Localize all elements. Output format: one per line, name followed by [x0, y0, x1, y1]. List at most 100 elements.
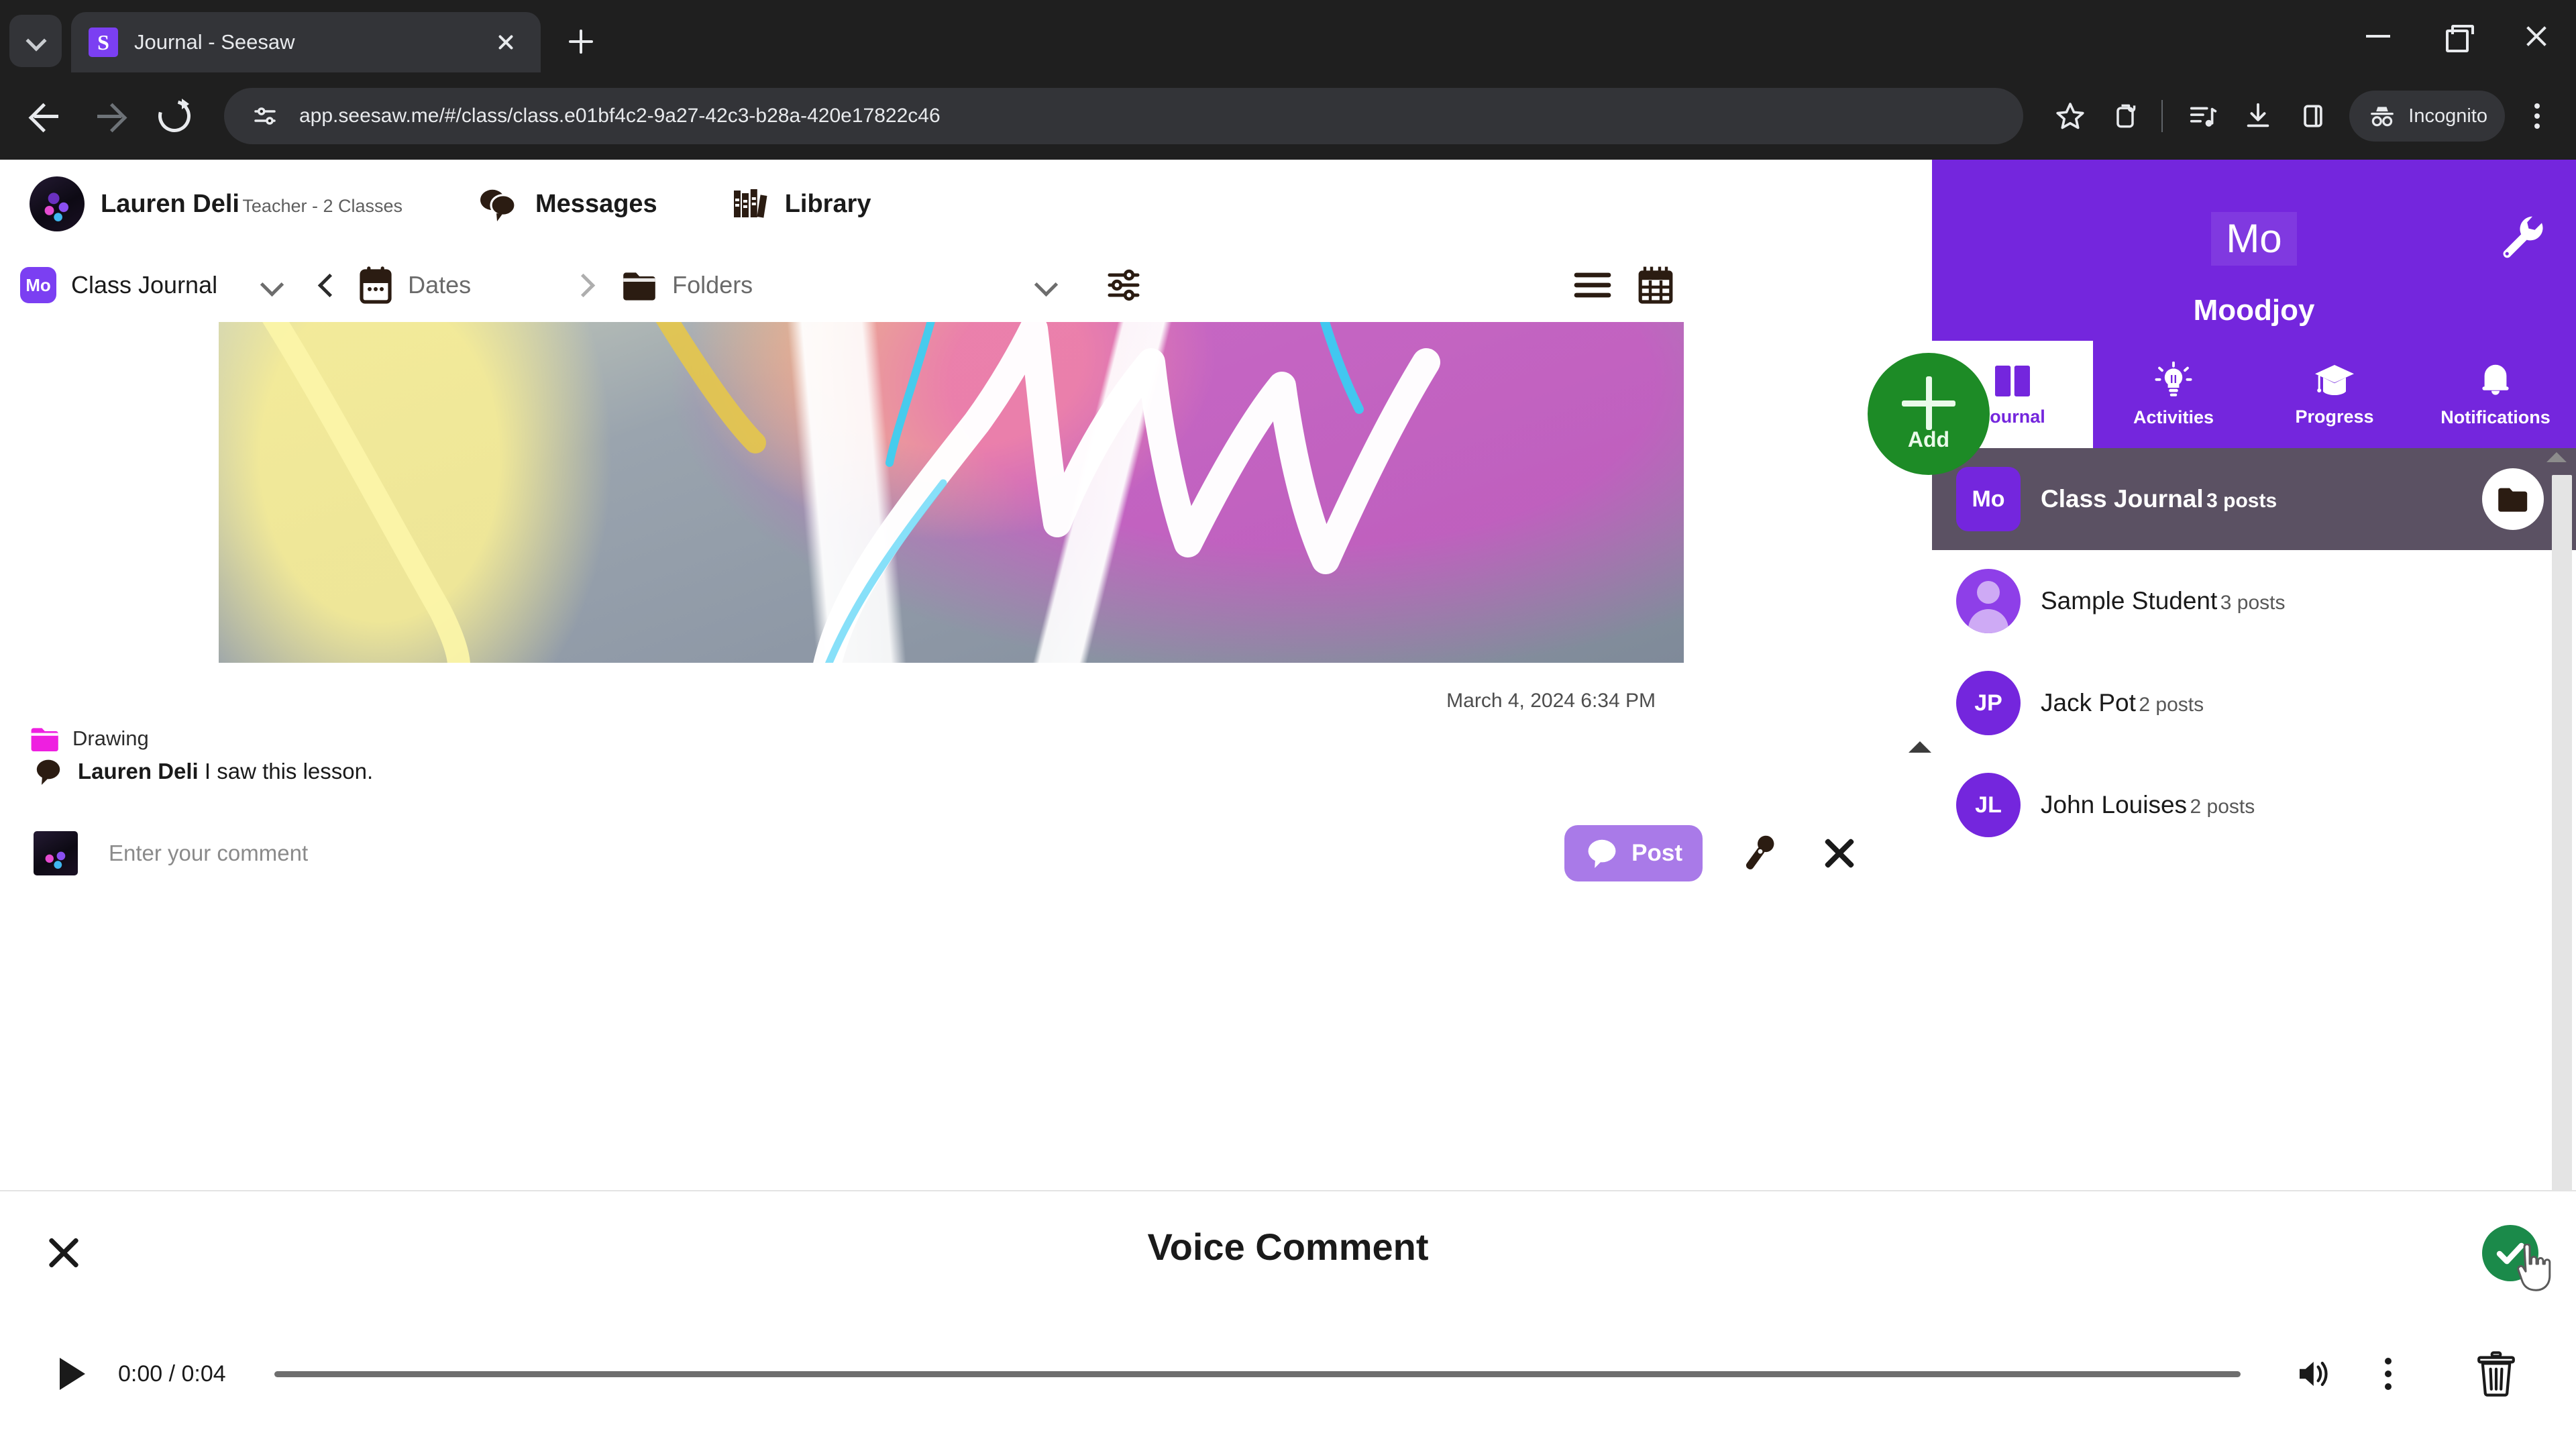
filter-settings-icon[interactable]	[1104, 266, 1143, 305]
three-dot-menu-icon[interactable]	[2512, 91, 2563, 142]
tab-close-icon[interactable]	[488, 25, 523, 60]
graduation-cap-icon	[2315, 364, 2354, 395]
dates-label[interactable]: Dates	[408, 271, 471, 299]
avatar: JL	[1956, 773, 2021, 837]
class-journal-label: Class Journal	[71, 271, 218, 299]
list-item-post-count: 3 posts	[2220, 592, 2286, 614]
window-close-button[interactable]	[2497, 0, 2576, 72]
folders-chevron-icon[interactable]	[1034, 274, 1057, 297]
folder-icon	[623, 272, 655, 301]
new-tab-button[interactable]	[555, 16, 606, 67]
extensions-button[interactable]	[2100, 91, 2151, 142]
post-comment: Lauren Deli I saw this lesson.	[34, 757, 373, 786]
forward-arrow-icon	[95, 101, 125, 131]
maximize-button[interactable]	[2418, 0, 2497, 72]
bookmark-button[interactable]	[2045, 91, 2096, 142]
post-drawing-image[interactable]	[219, 322, 1684, 663]
add-button-label: Add	[1907, 427, 1950, 451]
list-item-sample-student[interactable]: Sample Student 3 posts	[1932, 550, 2576, 652]
post-comment-button[interactable]: Post	[1564, 825, 1703, 881]
tab-search-button[interactable]	[9, 15, 62, 67]
post-timestamp: March 4, 2024 6:34 PM	[1446, 690, 1656, 712]
side-panel-button[interactable]	[2288, 91, 2339, 142]
journal-toolbar: Mo Class Journal Dates Folders	[0, 248, 1932, 322]
next-date-button[interactable]	[572, 272, 594, 299]
comment-bubble-icon	[36, 759, 60, 785]
list-item-name: Sample Student	[2041, 587, 2218, 615]
toolbar-divider	[2161, 100, 2163, 132]
tab-progress-label: Progress	[2295, 406, 2374, 427]
seesaw-top-navigation: Lauren Deli Teacher - 2 Classes Messages	[0, 160, 1932, 248]
library-label: Library	[784, 189, 871, 218]
play-button[interactable]	[50, 1351, 95, 1397]
audio-player: 0:00 / 0:04	[0, 1334, 2576, 1414]
voice-modal-confirm-button[interactable]	[2482, 1225, 2538, 1281]
microphone-icon	[1746, 835, 1774, 869]
back-button[interactable]	[13, 84, 78, 148]
sidebar-scroll-up-button[interactable]	[2546, 452, 2567, 462]
user-name: Lauren Deli	[101, 189, 239, 218]
list-item-name: Class Journal	[2041, 485, 2204, 513]
folder-tag-label: Drawing	[72, 727, 149, 750]
comment-input[interactable]: Enter your comment	[109, 841, 1564, 866]
class-selector-chevron-icon[interactable]	[260, 274, 283, 297]
calendar-icon	[360, 266, 392, 304]
messages-link[interactable]: Messages	[476, 185, 657, 223]
tab-activities[interactable]: Activities	[2093, 341, 2254, 448]
class-folder-button[interactable]	[2482, 468, 2544, 530]
post-folder-tag[interactable]: Drawing	[30, 724, 149, 753]
forward-button[interactable]	[78, 84, 142, 148]
post-button-label: Post	[1631, 840, 1682, 866]
feed-scroll-up-button[interactable]	[1909, 730, 1932, 753]
browser-toolbar: app.seesaw.me/#/class/class.e01bf4c2-9a2…	[0, 72, 2576, 160]
user-profile-button[interactable]: Lauren Deli Teacher - 2 Classes	[30, 176, 402, 231]
calendar-view-icon[interactable]	[1637, 266, 1674, 305]
back-arrow-icon	[30, 101, 61, 131]
cancel-comment-button[interactable]	[1814, 828, 1865, 879]
previous-date-button[interactable]	[315, 272, 338, 299]
bell-icon	[2482, 364, 2509, 395]
list-view-icon[interactable]	[1572, 269, 1613, 301]
sidebar-scrollbar[interactable]	[2552, 475, 2572, 1233]
sidebar-tabs: Journal Activities Progress Notification…	[1932, 341, 2576, 448]
tab-strip: S Journal - Seesaw	[0, 0, 2576, 72]
chevron-up-icon	[2546, 452, 2567, 462]
delete-recording-button[interactable]	[2466, 1344, 2526, 1404]
audio-time-display: 0:00 / 0:04	[118, 1360, 226, 1387]
comment-author: Lauren Deli	[78, 759, 199, 784]
trash-icon	[2477, 1351, 2515, 1397]
address-bar[interactable]: app.seesaw.me/#/class/class.e01bf4c2-9a2…	[224, 88, 2024, 144]
site-settings-icon[interactable]	[247, 98, 283, 134]
voice-comment-button[interactable]	[1732, 826, 1786, 880]
sidebar-header: Mo Moodjoy	[1932, 160, 2576, 341]
reload-button[interactable]	[142, 84, 207, 148]
tab-notifications-label: Notifications	[2440, 407, 2551, 427]
incognito-indicator[interactable]: Incognito	[2349, 91, 2505, 142]
list-item-class-journal[interactable]: Mo Class Journal 3 posts	[1932, 448, 2576, 550]
tab-progress[interactable]: Progress	[2254, 341, 2415, 448]
tab-notifications[interactable]: Notifications	[2415, 341, 2576, 448]
list-item-post-count: 2 posts	[2190, 796, 2255, 818]
class-name: Moodjoy	[2193, 294, 2315, 327]
folder-icon	[2498, 488, 2528, 512]
play-icon	[60, 1358, 85, 1390]
list-item-jack-pot[interactable]: JP Jack Pot 2 posts	[1932, 652, 2576, 754]
audio-menu-button[interactable]	[2363, 1348, 2414, 1399]
volume-button[interactable]	[2289, 1348, 2340, 1399]
downloads-button[interactable]	[2233, 91, 2284, 142]
voice-comment-modal: Voice Comment 0:00 / 0:04	[0, 1190, 2576, 1449]
audio-progress-slider[interactable]	[274, 1371, 2241, 1377]
avatar: JP	[1956, 671, 2021, 735]
close-icon	[2524, 23, 2549, 49]
seesaw-favicon-icon: S	[89, 28, 118, 57]
tab-activities-label: Activities	[2133, 407, 2214, 427]
library-link[interactable]: Library	[731, 185, 871, 223]
browser-chrome: S Journal - Seesaw app.seesaw.me/#/class…	[0, 0, 2576, 160]
minimize-button[interactable]	[2339, 0, 2418, 72]
list-item-post-count: 2 posts	[2139, 694, 2204, 716]
reading-list-button[interactable]	[2178, 91, 2229, 142]
list-item-john-louises[interactable]: JL John Louises 2 posts	[1932, 754, 2576, 856]
browser-tab[interactable]: S Journal - Seesaw	[71, 12, 541, 72]
folders-label[interactable]: Folders	[672, 271, 753, 299]
add-button[interactable]: Add	[1868, 353, 1990, 475]
